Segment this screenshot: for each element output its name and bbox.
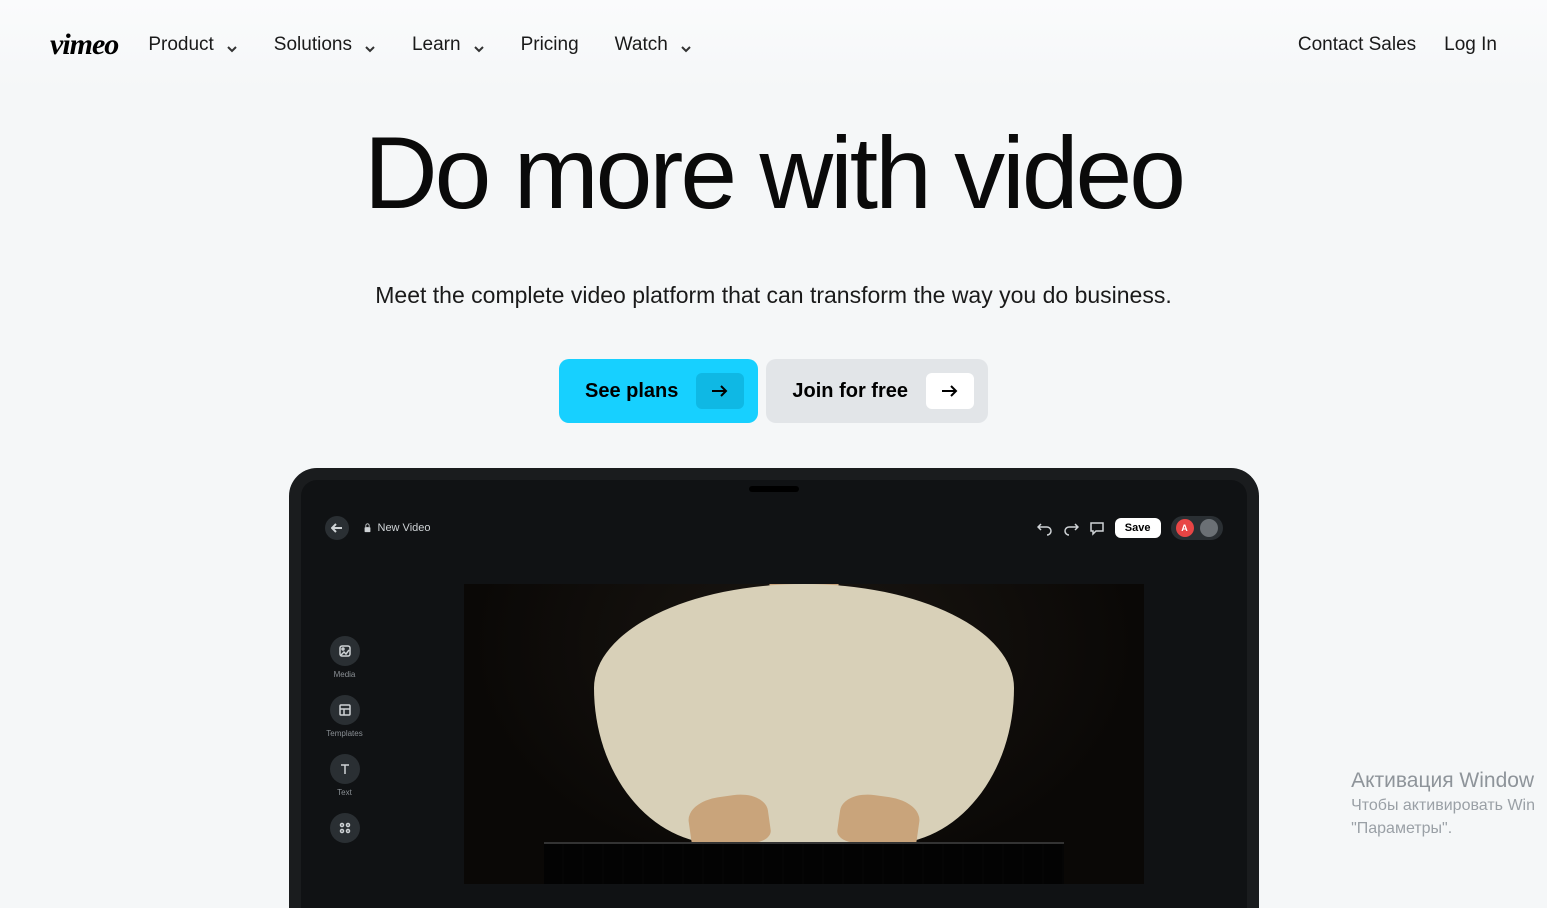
contact-sales-link[interactable]: Contact Sales xyxy=(1298,34,1416,56)
media-icon xyxy=(330,636,360,666)
see-plans-button[interactable]: See plans xyxy=(559,359,758,423)
chevron-down-icon xyxy=(680,39,692,51)
illustration-body xyxy=(594,584,1014,844)
hero-subtitle: Meet the complete video platform that ca… xyxy=(0,282,1547,309)
hero-title: Do more with video xyxy=(0,120,1547,227)
text-icon xyxy=(330,754,360,784)
topbar-left: New Video xyxy=(325,516,431,540)
nav-item-solutions[interactable]: Solutions xyxy=(274,34,376,56)
header: vimeo Product Solutions Learn Pricing Wa… xyxy=(0,0,1547,90)
editor-sidebar: Media Templates Text xyxy=(315,546,375,904)
editor-topbar: New Video Save A xyxy=(315,510,1233,546)
nav-label: Learn xyxy=(412,34,461,56)
sidebar-label: Media xyxy=(334,670,356,679)
arrow-left-icon xyxy=(331,523,343,533)
video-editor: New Video Save A xyxy=(315,510,1233,908)
editor-canvas xyxy=(375,546,1233,904)
file-title-text: New Video xyxy=(378,522,431,534)
nav-item-pricing[interactable]: Pricing xyxy=(521,34,579,56)
header-left: vimeo Product Solutions Learn Pricing Wa… xyxy=(50,28,692,62)
video-preview[interactable] xyxy=(464,584,1144,884)
nav-label: Product xyxy=(148,34,213,56)
file-title[interactable]: New Video xyxy=(363,522,431,534)
header-right: Contact Sales Log In xyxy=(1298,34,1497,56)
sidebar-item-more[interactable] xyxy=(330,813,360,843)
nav-item-watch[interactable]: Watch xyxy=(615,34,692,56)
avatar-placeholder xyxy=(1200,519,1218,537)
camera-notch xyxy=(749,486,799,492)
logo[interactable]: vimeo xyxy=(50,28,118,62)
cta-label: Join for free xyxy=(792,380,908,403)
templates-icon xyxy=(330,695,360,725)
illustration-keyboard xyxy=(544,842,1064,884)
chevron-down-icon xyxy=(364,39,376,51)
back-button[interactable] xyxy=(325,516,349,540)
comment-button[interactable] xyxy=(1089,520,1105,536)
editor-body: Media Templates Text xyxy=(315,546,1233,904)
more-icon xyxy=(330,813,360,843)
redo-icon xyxy=(1063,520,1079,536)
hero: Do more with video Meet the complete vid… xyxy=(0,90,1547,908)
sidebar-item-templates[interactable]: Templates xyxy=(326,695,362,738)
lock-icon xyxy=(363,523,372,533)
arrow-right-icon xyxy=(926,373,974,409)
device-mockup: New Video Save A xyxy=(289,468,1259,908)
join-for-free-button[interactable]: Join for free xyxy=(766,359,988,423)
chevron-down-icon xyxy=(473,39,485,51)
arrow-right-icon xyxy=(696,373,744,409)
chevron-down-icon xyxy=(226,39,238,51)
nav-item-product[interactable]: Product xyxy=(148,34,237,56)
nav-item-learn[interactable]: Learn xyxy=(412,34,485,56)
nav-label: Watch xyxy=(615,34,668,56)
sidebar-item-text[interactable]: Text xyxy=(330,754,360,797)
nav-label: Pricing xyxy=(521,34,579,56)
sidebar-label: Templates xyxy=(326,729,362,738)
cta-label: See plans xyxy=(585,380,678,403)
save-button[interactable]: Save xyxy=(1115,518,1161,538)
undo-icon xyxy=(1037,520,1053,536)
cta-row: See plans Join for free xyxy=(0,359,1547,423)
topbar-right: Save A xyxy=(1037,516,1223,540)
avatar-user: A xyxy=(1176,519,1194,537)
sidebar-item-media[interactable]: Media xyxy=(330,636,360,679)
comment-icon xyxy=(1089,520,1105,536)
nav-label: Solutions xyxy=(274,34,352,56)
redo-button[interactable] xyxy=(1063,520,1079,536)
main-nav: Product Solutions Learn Pricing Watch xyxy=(148,34,691,56)
log-in-link[interactable]: Log In xyxy=(1444,34,1497,56)
undo-button[interactable] xyxy=(1037,520,1053,536)
avatar-group[interactable]: A xyxy=(1171,516,1223,540)
sidebar-label: Text xyxy=(337,788,352,797)
